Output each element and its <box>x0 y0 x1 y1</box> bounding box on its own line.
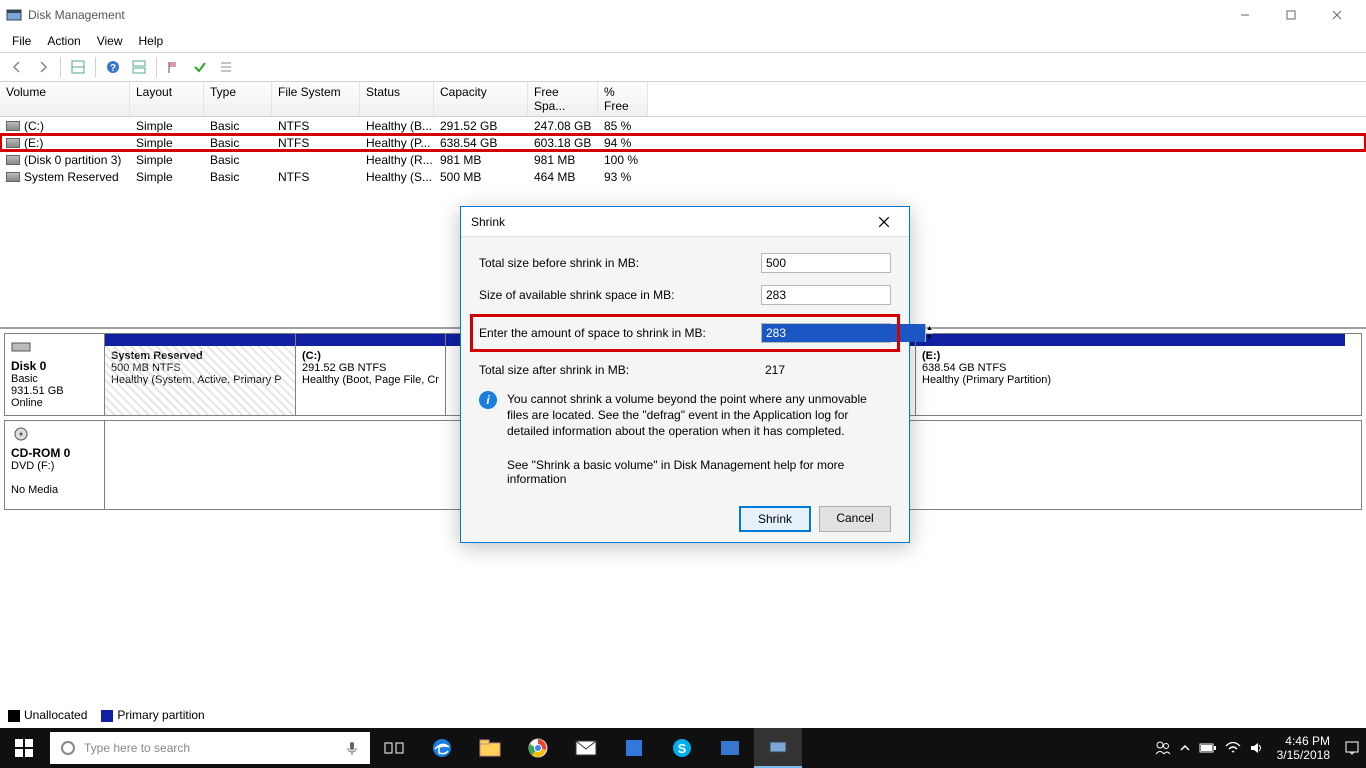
shrink-button[interactable]: Shrink <box>739 506 811 532</box>
tray-wifi-icon[interactable] <box>1225 742 1241 754</box>
dialog-title: Shrink <box>471 215 505 229</box>
col-fs[interactable]: File System <box>272 82 360 116</box>
disk0-name: Disk 0 <box>11 359 46 373</box>
info-text: You cannot shrink a volume beyond the po… <box>507 391 891 440</box>
disk0-label[interactable]: Disk 0 Basic 931.51 GB Online <box>5 334 105 415</box>
legend: Unallocated Primary partition <box>8 708 205 722</box>
tray-clock[interactable]: 4:46 PM 3/15/2018 <box>1271 734 1336 763</box>
taskbar-app2[interactable] <box>706 728 754 768</box>
minimize-button[interactable] <box>1222 0 1268 30</box>
window-titlebar: Disk Management <box>0 0 1366 30</box>
col-layout[interactable]: Layout <box>130 82 204 116</box>
cdrom-label[interactable]: CD-ROM 0 DVD (F:) No Media <box>5 421 105 509</box>
col-capacity[interactable]: Capacity <box>434 82 528 116</box>
tray-people-icon[interactable] <box>1155 740 1171 756</box>
partition[interactable]: (E:)638.54 GB NTFSHealthy (Primary Parti… <box>915 334 1345 415</box>
value-total-before: 500 <box>761 253 891 273</box>
taskbar-edge[interactable] <box>418 728 466 768</box>
cancel-button[interactable]: Cancel <box>819 506 891 532</box>
volume-table: Volume Layout Type File System Status Ca… <box>0 82 1366 185</box>
info-icon: i <box>479 391 497 409</box>
label-total-after: Total size after shrink in MB: <box>479 363 753 377</box>
col-type[interactable]: Type <box>204 82 272 116</box>
tray-overflow-icon[interactable] <box>1179 742 1191 754</box>
menu-bar: File Action View Help <box>0 30 1366 52</box>
search-placeholder: Type here to search <box>84 741 190 755</box>
taskbar-app1[interactable] <box>610 728 658 768</box>
tray-battery-icon[interactable] <box>1199 742 1217 754</box>
table-row[interactable]: (C:)SimpleBasicNTFSHealthy (B...291.52 G… <box>0 117 1366 134</box>
window-title: Disk Management <box>28 8 125 22</box>
menu-help[interactable]: Help <box>131 32 172 50</box>
shrink-amount-input[interactable] <box>762 324 925 342</box>
taskbar-mail[interactable] <box>562 728 610 768</box>
menu-file[interactable]: File <box>4 32 39 50</box>
tray-time: 4:46 PM <box>1277 734 1330 748</box>
label-total-before: Total size before shrink in MB: <box>479 256 753 270</box>
taskbar-search[interactable]: Type here to search <box>50 732 370 764</box>
shrink-dialog: Shrink Total size before shrink in MB: 5… <box>460 206 910 543</box>
maximize-button[interactable] <box>1268 0 1314 30</box>
app-icon <box>6 7 22 23</box>
svg-text:?: ? <box>110 63 116 74</box>
col-pct[interactable]: % Free <box>598 82 648 116</box>
table-row[interactable]: (Disk 0 partition 3)SimpleBasicHealthy (… <box>0 151 1366 168</box>
menu-action[interactable]: Action <box>39 32 88 50</box>
taskbar-diskmanagement[interactable] <box>754 728 802 768</box>
toolbar-check[interactable] <box>189 56 211 78</box>
task-view-button[interactable] <box>370 728 418 768</box>
help-link-text: See "Shrink a basic volume" in Disk Mana… <box>507 458 891 486</box>
toolbar-view1[interactable] <box>67 56 89 78</box>
cdrom-status: No Media <box>11 484 58 496</box>
cdrom-name: CD-ROM 0 <box>11 446 70 460</box>
spinner-down[interactable]: ▼ <box>925 334 933 343</box>
back-button[interactable] <box>6 56 28 78</box>
legend-primary-label: Primary partition <box>117 708 204 722</box>
tray-notifications-icon[interactable] <box>1344 740 1360 756</box>
tray-volume-icon[interactable] <box>1249 741 1263 755</box>
cdrom-device: DVD (F:) <box>11 460 54 472</box>
highlighted-field: Enter the amount of space to shrink in M… <box>473 317 897 349</box>
menu-view[interactable]: View <box>89 32 131 50</box>
tray-date: 3/15/2018 <box>1277 748 1330 762</box>
col-status[interactable]: Status <box>360 82 434 116</box>
table-row[interactable]: (E:)SimpleBasicNTFSHealthy (P...638.54 G… <box>0 134 1366 151</box>
start-button[interactable] <box>0 728 48 768</box>
dialog-close-button[interactable] <box>869 207 899 237</box>
taskbar: Type here to search S 4:46 PM 3/15/2018 <box>0 728 1366 768</box>
cortana-icon <box>60 740 76 756</box>
partition[interactable]: (C:)291.52 GB NTFSHealthy (Boot, Page Fi… <box>295 334 445 415</box>
toolbar-list[interactable] <box>215 56 237 78</box>
legend-unallocated-label: Unallocated <box>24 708 87 722</box>
value-total-after: 217 <box>761 361 891 379</box>
disk0-type: Basic <box>11 373 38 385</box>
value-available: 283 <box>761 285 891 305</box>
mic-icon[interactable] <box>344 740 360 756</box>
taskbar-skype[interactable]: S <box>658 728 706 768</box>
partition[interactable]: System Reserved500 MB NTFSHealthy (Syste… <box>105 334 295 415</box>
table-header: Volume Layout Type File System Status Ca… <box>0 82 1366 117</box>
col-free[interactable]: Free Spa... <box>528 82 598 116</box>
toolbar-view2[interactable] <box>128 56 150 78</box>
help-button[interactable]: ? <box>102 56 124 78</box>
legend-unallocated-swatch <box>8 710 20 722</box>
legend-primary-swatch <box>101 710 113 722</box>
disk0-state: Online <box>11 397 43 409</box>
label-available: Size of available shrink space in MB: <box>479 288 753 302</box>
label-enter-amount: Enter the amount of space to shrink in M… <box>479 326 753 340</box>
close-button[interactable] <box>1314 0 1360 30</box>
toolbar: ? <box>0 52 1366 82</box>
toolbar-flag[interactable] <box>163 56 185 78</box>
dialog-titlebar[interactable]: Shrink <box>461 207 909 237</box>
disk0-size: 931.51 GB <box>11 385 64 397</box>
table-row[interactable]: System ReservedSimpleBasicNTFSHealthy (S… <box>0 168 1366 185</box>
spinner-up[interactable]: ▲ <box>925 324 933 334</box>
taskbar-explorer[interactable] <box>466 728 514 768</box>
svg-text:S: S <box>678 741 687 756</box>
forward-button[interactable] <box>32 56 54 78</box>
col-volume[interactable]: Volume <box>0 82 130 116</box>
shrink-amount-spinner[interactable]: ▲ ▼ <box>761 323 891 343</box>
taskbar-chrome[interactable] <box>514 728 562 768</box>
